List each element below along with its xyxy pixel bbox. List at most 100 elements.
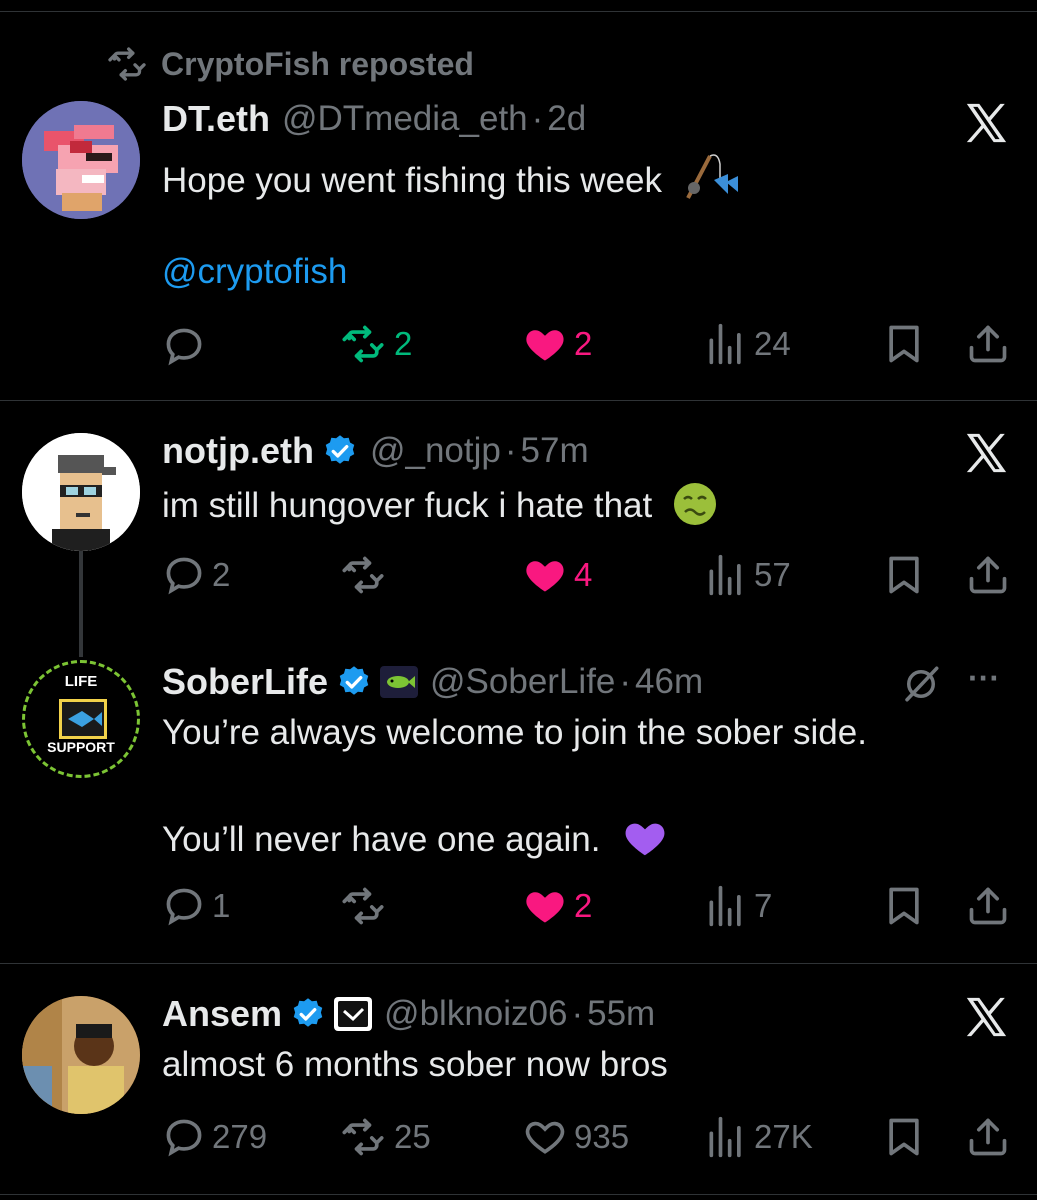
- views-icon: [704, 322, 748, 366]
- like-count: 2: [574, 887, 593, 924]
- verified-badge-icon: [290, 996, 326, 1032]
- views-button[interactable]: 57: [704, 553, 791, 597]
- bookmark-button[interactable]: [882, 884, 926, 928]
- separator: ·: [531, 99, 544, 138]
- heart-filled-icon: [522, 322, 568, 366]
- like-button[interactable]: 4: [522, 553, 592, 597]
- reply-icon: [162, 1115, 206, 1159]
- share-button[interactable]: [966, 1115, 1010, 1159]
- views-icon: [704, 884, 748, 928]
- post-header-ansem: Ansem @blknoiz06 · 55m: [162, 993, 655, 1035]
- grok-icon[interactable]: [900, 663, 942, 705]
- repost-button[interactable]: 25: [338, 1115, 431, 1159]
- repost-button[interactable]: [338, 884, 394, 928]
- bookmark-icon: [882, 553, 926, 597]
- affiliate-badge-icon[interactable]: [334, 997, 373, 1031]
- avatar-ansem[interactable]: [22, 996, 140, 1114]
- views-icon: [704, 1115, 748, 1159]
- bookmark-button[interactable]: [882, 1115, 926, 1159]
- reply-count: 279: [212, 1118, 268, 1155]
- heart-filled-icon: [522, 553, 568, 597]
- reply-count: 2: [212, 556, 231, 593]
- views-button[interactable]: 7: [704, 884, 772, 928]
- fishing-pole-emoji-icon: [685, 154, 738, 199]
- display-name[interactable]: SoberLife: [162, 661, 328, 703]
- post-text-line: You’re always welcome to join the sober …: [162, 713, 867, 752]
- mention-link[interactable]: @cryptofish: [162, 252, 347, 292]
- x-logo-icon[interactable]: [963, 430, 1009, 476]
- views-button[interactable]: 24: [704, 322, 791, 366]
- share-button[interactable]: [966, 884, 1010, 928]
- repost-count: 25: [394, 1118, 431, 1155]
- avatar-top-label: LIFE: [64, 673, 98, 690]
- timestamp[interactable]: 55m: [587, 994, 655, 1034]
- avatar-dteth[interactable]: [22, 101, 140, 219]
- user-handle[interactable]: @blknoiz06: [384, 994, 567, 1034]
- share-button[interactable]: [966, 553, 1010, 597]
- pixel-fish-avatar: [22, 101, 140, 219]
- user-handle[interactable]: @SoberLife: [430, 662, 615, 702]
- repost-button[interactable]: 2: [338, 322, 412, 366]
- reply-button[interactable]: 279: [162, 1115, 267, 1159]
- repost-banner[interactable]: CryptoFish reposted: [105, 44, 474, 84]
- bookmark-button[interactable]: [882, 553, 926, 597]
- repost-icon: [105, 44, 149, 84]
- post-divider: [0, 400, 1037, 401]
- share-icon: [966, 1115, 1010, 1159]
- reply-icon: [162, 324, 206, 368]
- avatar-notjp[interactable]: [22, 433, 140, 551]
- avatar-soberlife[interactable]: LIFE SUPPORT: [22, 660, 140, 778]
- post-header-dteth: DT.eth @DTmedia_eth · 2d: [162, 98, 586, 140]
- bookmark-icon: [882, 322, 926, 366]
- fish-badge-icon: [387, 676, 416, 688]
- like-button[interactable]: 2: [522, 322, 592, 366]
- views-count: 24: [754, 325, 791, 362]
- timestamp[interactable]: 57m: [521, 431, 589, 471]
- reply-button[interactable]: 2: [162, 553, 230, 597]
- repost-banner-label: CryptoFish reposted: [161, 45, 474, 82]
- post-header-notjp: notjp.eth @_notjp · 57m: [162, 430, 589, 472]
- views-count: 7: [754, 887, 773, 924]
- timestamp[interactable]: 46m: [635, 662, 703, 702]
- post-text-line: almost 6 months sober now bros: [162, 1045, 668, 1084]
- share-icon: [966, 553, 1010, 597]
- share-button[interactable]: [966, 322, 1010, 366]
- reply-button[interactable]: [162, 324, 212, 368]
- more-options-icon[interactable]: ···: [968, 660, 1000, 697]
- timestamp[interactable]: 2d: [547, 99, 586, 139]
- user-handle[interactable]: @DTmedia_eth: [282, 99, 528, 139]
- thread-line: [79, 551, 83, 657]
- views-button[interactable]: 27K: [704, 1115, 813, 1159]
- post-text-line: im still hungover fuck i hate that: [162, 486, 653, 525]
- x-logo-icon[interactable]: [963, 100, 1009, 146]
- like-count: 4: [574, 556, 593, 593]
- post-text-dteth: Hope you went fishing this week: [162, 150, 740, 202]
- top-divider: [0, 11, 1037, 12]
- affiliate-badge-icon[interactable]: [380, 666, 419, 698]
- separator: ·: [504, 431, 517, 470]
- repost-button[interactable]: [338, 553, 394, 597]
- avatar-fish-frame: [59, 699, 107, 739]
- reply-button[interactable]: 1: [162, 884, 230, 928]
- repost-icon: [338, 553, 388, 597]
- post-text-line: You’ll never have one again.: [162, 820, 601, 859]
- x-logo-icon[interactable]: [963, 994, 1009, 1040]
- reply-icon: [162, 884, 206, 928]
- post-text-notjp: im still hungover fuck i hate that: [162, 481, 718, 527]
- like-count: 2: [574, 325, 593, 362]
- repost-icon: [338, 1115, 388, 1159]
- reply-icon: [162, 553, 206, 597]
- post-divider: [0, 963, 1037, 964]
- post-text-line: Hope you went fishing this week: [162, 161, 662, 200]
- like-button[interactable]: 2: [522, 884, 592, 928]
- verified-badge-icon: [322, 433, 358, 469]
- separator: ·: [619, 662, 632, 701]
- display-name[interactable]: DT.eth: [162, 98, 270, 140]
- user-handle[interactable]: @_notjp: [370, 431, 501, 471]
- like-button[interactable]: 935: [522, 1115, 629, 1159]
- display-name[interactable]: Ansem: [162, 993, 282, 1035]
- purple-heart-emoji-icon: [620, 815, 670, 861]
- bottom-divider: [0, 1194, 1037, 1195]
- bookmark-button[interactable]: [882, 322, 926, 366]
- display-name[interactable]: notjp.eth: [162, 430, 314, 472]
